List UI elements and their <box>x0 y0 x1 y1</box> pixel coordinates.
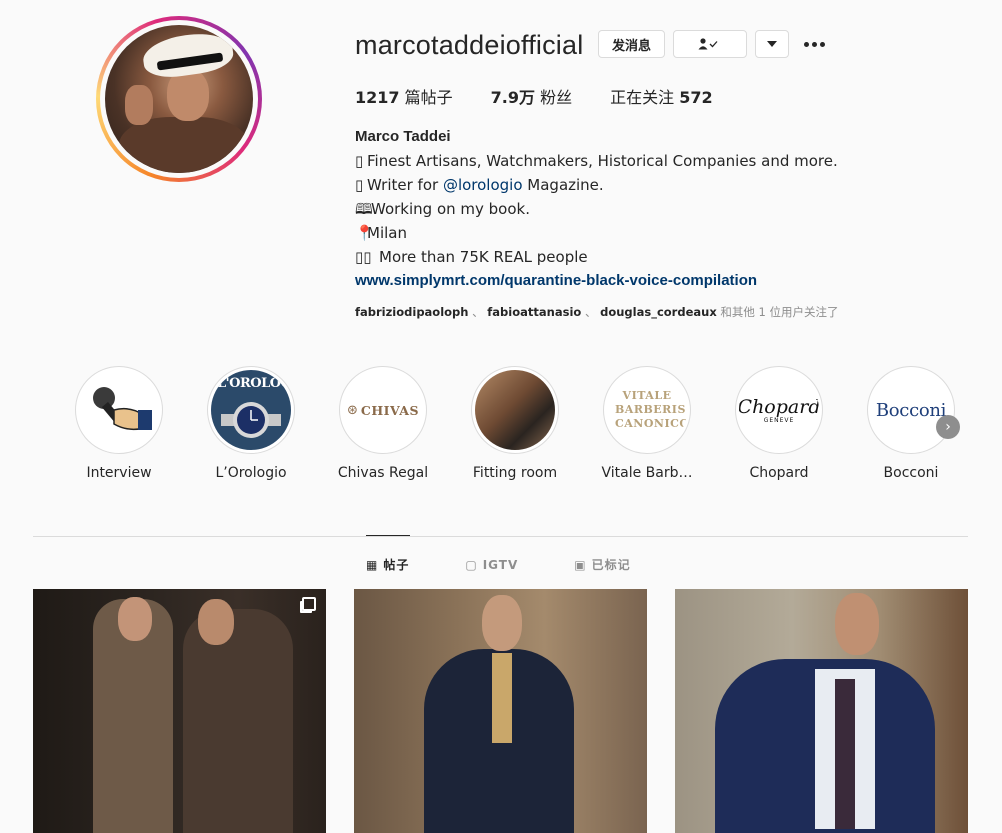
following-button[interactable] <box>673 30 747 58</box>
message-button[interactable]: 发消息 <box>598 30 665 58</box>
highlight-cover: VITALE BARBERIS CANONICO <box>607 370 687 450</box>
bio-mention-link[interactable]: @lorologio <box>443 176 523 194</box>
grid-icon: ▦ <box>366 557 379 572</box>
followers-count[interactable]: 7.9万 粉丝 <box>491 84 572 108</box>
post-thumbnail[interactable] <box>354 589 647 833</box>
avatar-photo <box>105 25 253 173</box>
post-thumbnail[interactable] <box>33 589 326 833</box>
multiple-images-icon <box>302 597 316 611</box>
profile-tabs: ▦ 帖子 ▢ IGTV ▣ 已标记 <box>366 556 687 573</box>
profile-stats: 1217 篇帖子 7.9万 粉丝 正在关注 572 <box>355 84 751 108</box>
bio-line: ▯ Writer for @lorologio Magazine. <box>355 173 838 197</box>
caret-down-icon <box>767 41 777 47</box>
tabs-divider <box>33 536 968 537</box>
highlight-fitting-room[interactable]: Fitting room <box>454 366 576 481</box>
story-highlights: Interview L'OROLOGIO L’Orologio ⊛ CHIVAS… <box>58 366 978 481</box>
highlight-cover: ⊛ CHIVAS <box>343 370 423 450</box>
igtv-icon: ▢ <box>465 557 478 572</box>
highlight-chopard[interactable]: Chopard GENEVE Chopard <box>718 366 840 481</box>
highlight-vitale-barberis[interactable]: VITALE BARBERIS CANONICO Vitale Barb… <box>586 366 708 481</box>
post-thumbnail[interactable] <box>675 589 968 833</box>
profile-avatar[interactable] <box>96 16 262 182</box>
follower-account[interactable]: fabriziodipaoloph <box>355 305 468 319</box>
posts-count: 1217 篇帖子 <box>355 88 453 107</box>
bio-line: ▯▯ More than 75K REAL people <box>355 245 838 269</box>
highlight-cover: Chopard GENEVE <box>739 370 819 450</box>
bio-website-link[interactable]: www.simplymrt.com/quarantine-black-voice… <box>355 269 838 293</box>
profile-bio: Marco Taddei ▯ Finest Artisans, Watchmake… <box>355 125 838 293</box>
profile-full-name: Marco Taddei <box>355 128 451 145</box>
highlight-cover: Bocconi <box>871 370 951 450</box>
suggestions-dropdown-button[interactable] <box>755 30 789 58</box>
bio-line: ▯ Finest Artisans, Watchmakers, Historica… <box>355 149 838 173</box>
highlights-next-button[interactable]: › <box>936 415 960 439</box>
more-dots-icon <box>803 41 809 47</box>
microphone-hand-icon <box>93 387 152 431</box>
highlight-cover: L'OROLOGIO <box>211 370 291 450</box>
book-icon: 🕮 <box>355 200 373 218</box>
highlight-lorologio[interactable]: L'OROLOGIO L’Orologio <box>190 366 312 481</box>
watch-icon <box>221 402 281 438</box>
emoji-placeholder-icon: ▯▯ <box>355 248 372 266</box>
emoji-placeholder-icon: ▯ <box>355 152 364 170</box>
more-options-button[interactable] <box>800 30 828 58</box>
tab-igtv[interactable]: ▢ IGTV <box>465 556 518 573</box>
highlight-chivas-regal[interactable]: ⊛ CHIVAS Chivas Regal <box>322 366 444 481</box>
pin-icon: 📍 <box>355 224 374 242</box>
bio-line: 📍Milan <box>355 221 838 245</box>
profile-username: marcotaddeiofficial <box>355 30 584 60</box>
follower-account[interactable]: fabioattanasio <box>487 305 581 319</box>
active-tab-indicator <box>366 535 410 536</box>
follower-account[interactable]: douglas_cordeaux <box>600 305 717 319</box>
following-count[interactable]: 正在关注 572 <box>610 84 713 108</box>
followed-by-line[interactable]: fabriziodipaoloph 、 fabioattanasio 、 dou… <box>355 304 839 320</box>
highlight-cover <box>79 370 159 450</box>
chivas-crest-icon: ⊛ <box>347 402 358 417</box>
tab-posts[interactable]: ▦ 帖子 <box>366 556 409 573</box>
person-check-icon <box>698 38 718 50</box>
bio-line: 🕮Working on my book. <box>355 197 838 221</box>
avatar-frame <box>100 20 258 178</box>
highlight-interview[interactable]: Interview <box>58 366 180 481</box>
tagged-icon: ▣ <box>574 557 587 572</box>
chevron-right-icon: › <box>945 419 951 435</box>
highlight-cover <box>475 370 555 450</box>
tab-tagged[interactable]: ▣ 已标记 <box>574 556 630 573</box>
emoji-placeholder-icon: ▯ <box>355 176 364 194</box>
